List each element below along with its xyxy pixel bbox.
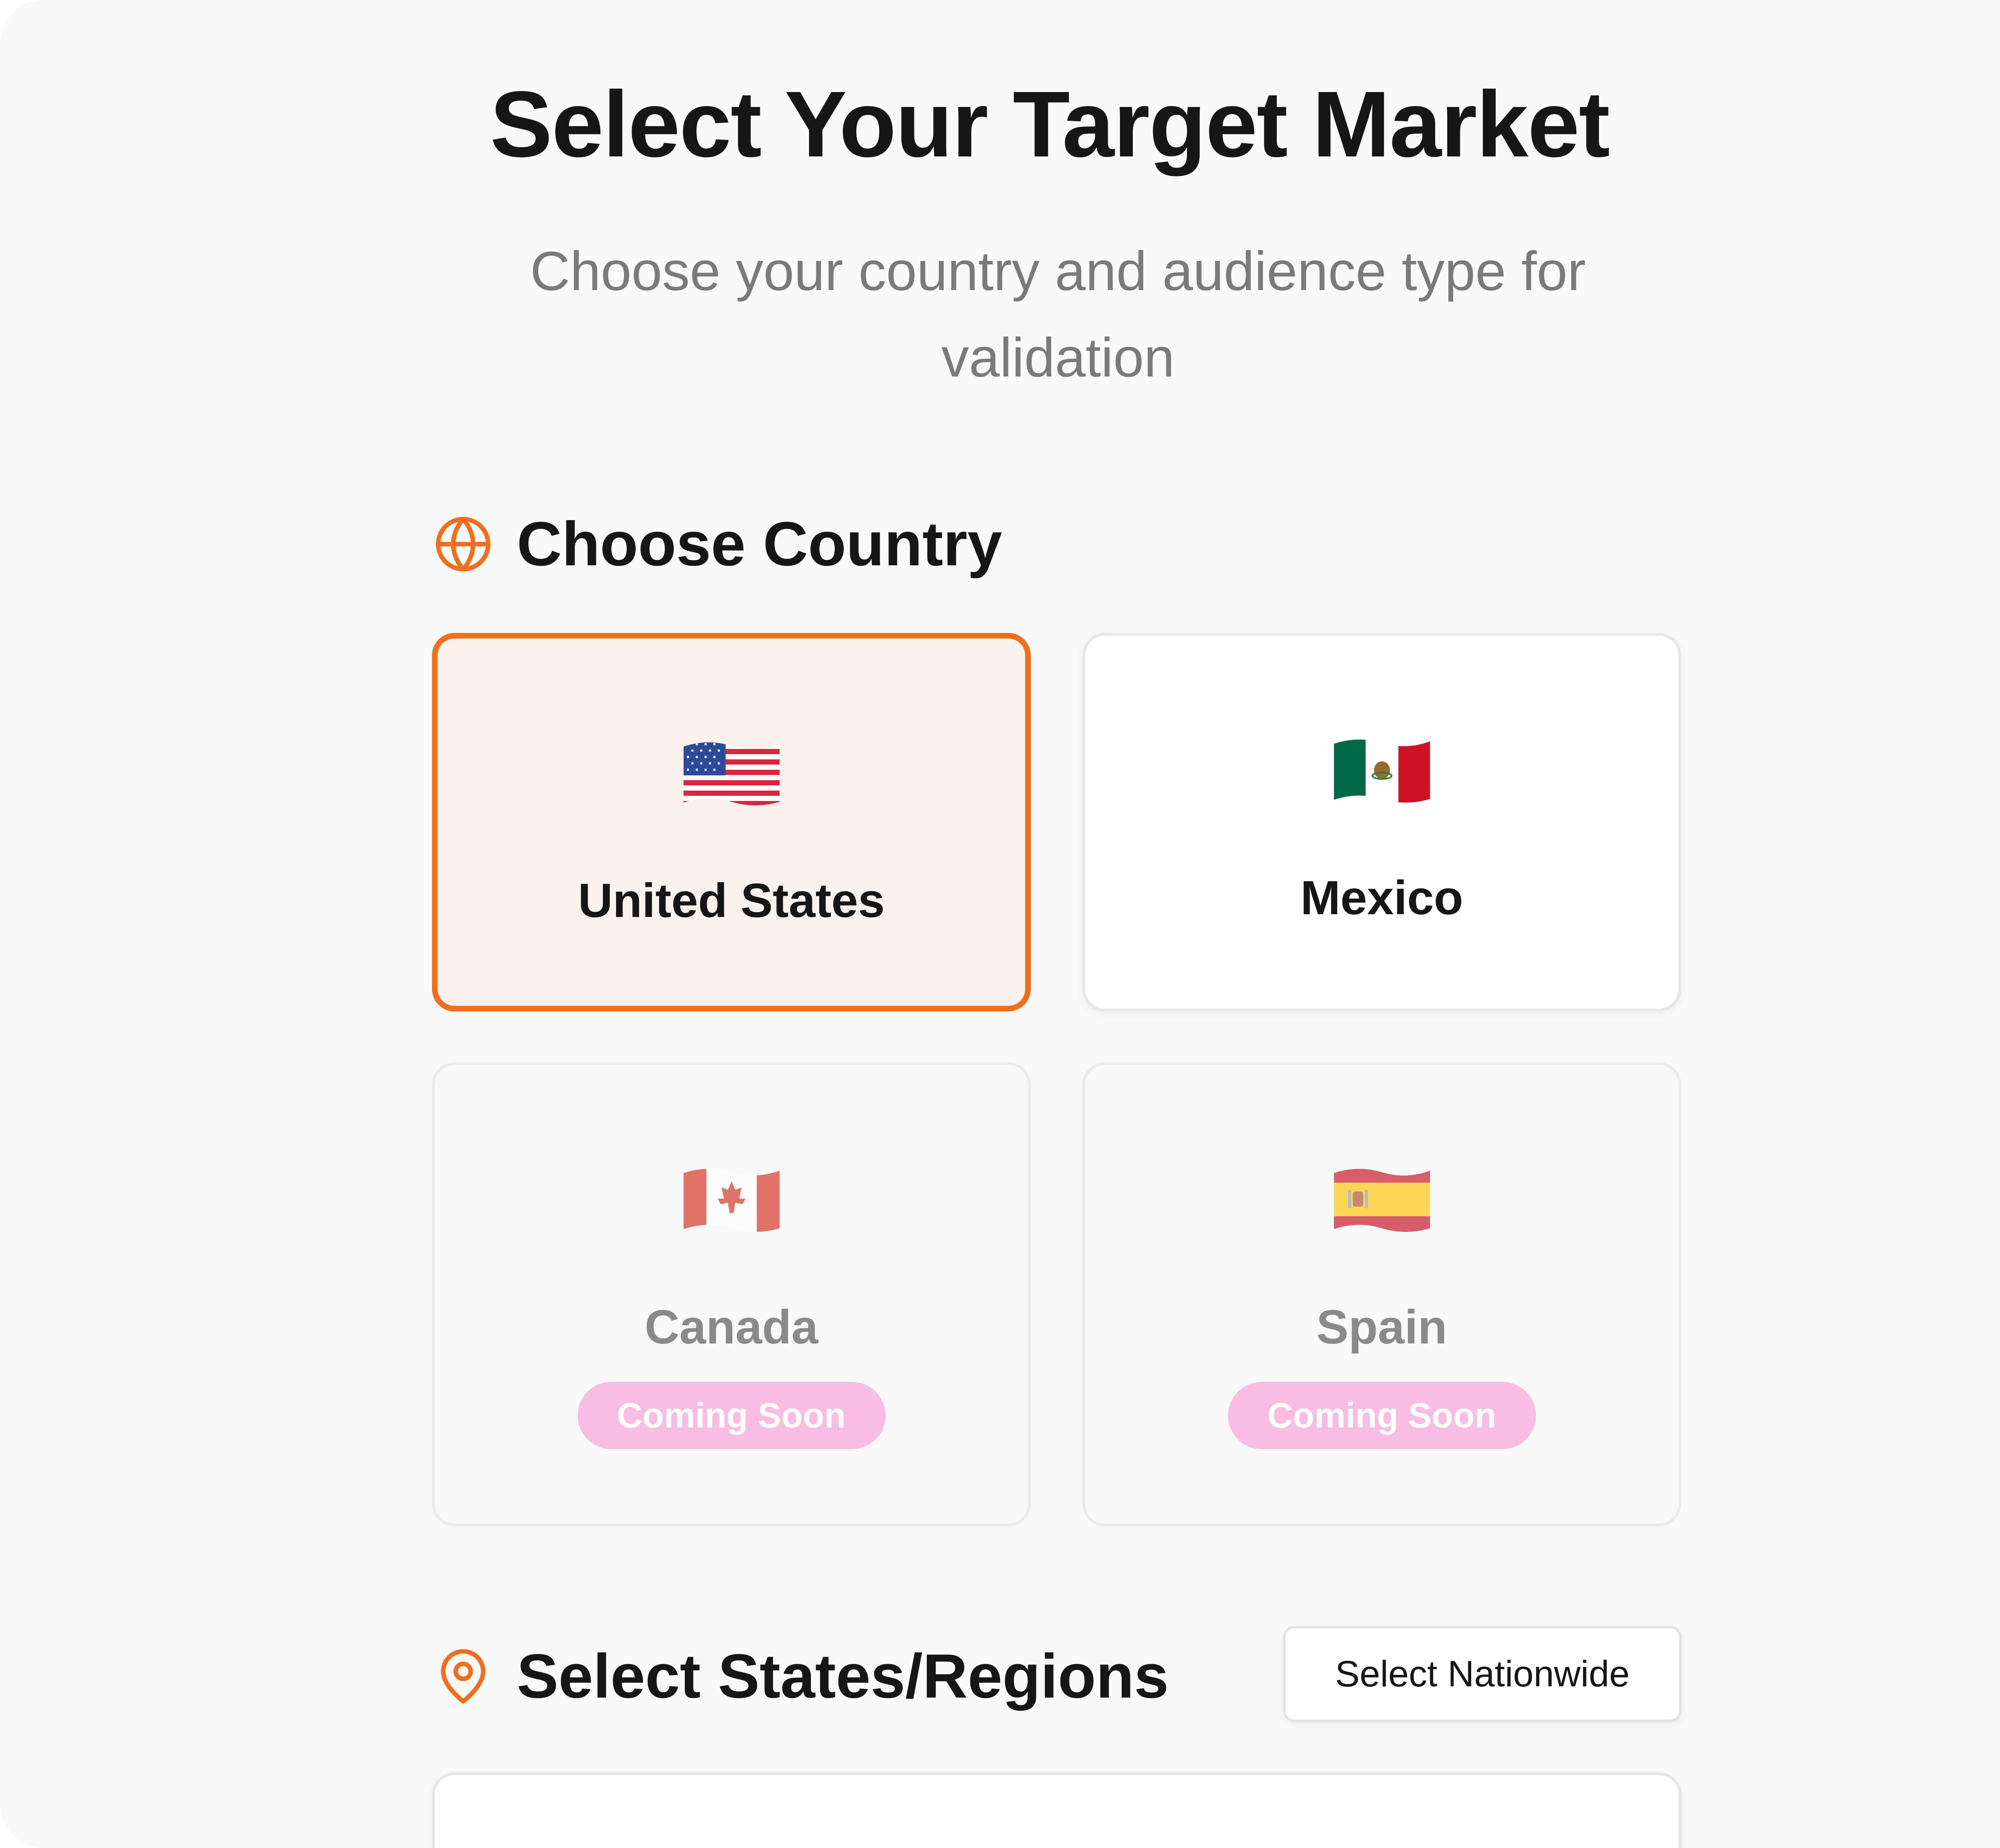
coming-soon-badge: Coming Soon <box>577 1382 886 1449</box>
country-name: Canada <box>644 1300 818 1354</box>
canada-flag-icon <box>683 1169 780 1232</box>
regions-section-title: Select States/Regions <box>517 1642 1169 1711</box>
country-card-canada: Canada Coming Soon <box>432 1062 1031 1526</box>
country-section-title: Choose Country <box>517 509 1002 579</box>
country-card-mexico[interactable]: Mexico <box>1082 633 1681 1011</box>
country-name: Spain <box>1316 1300 1447 1354</box>
country-card-united-states[interactable]: United States <box>432 633 1031 1011</box>
map-pin-icon <box>432 1645 494 1708</box>
us-flag-icon <box>683 742 780 806</box>
market-selection-screen: Select Your Target Market Choose your co… <box>0 0 2000 1848</box>
select-nationwide-button[interactable]: Select Nationwide <box>1283 1626 1682 1722</box>
coming-soon-badge: Coming Soon <box>1228 1382 1536 1449</box>
country-section-header: Choose Country <box>432 508 1002 580</box>
globe-icon <box>432 513 494 575</box>
country-name: Mexico <box>1300 871 1463 925</box>
page-title: Select Your Target Market <box>490 72 1610 176</box>
regions-section-header: Select States/Regions <box>432 1640 1169 1712</box>
page-subtitle: Choose your country and audience type fo… <box>530 240 1586 388</box>
mexico-flag-icon <box>1334 739 1430 803</box>
spain-flag-icon <box>1334 1169 1430 1232</box>
country-card-spain: Spain Coming Soon <box>1082 1062 1681 1526</box>
country-name: United States <box>578 874 885 927</box>
regions-panel <box>432 1772 1682 1848</box>
